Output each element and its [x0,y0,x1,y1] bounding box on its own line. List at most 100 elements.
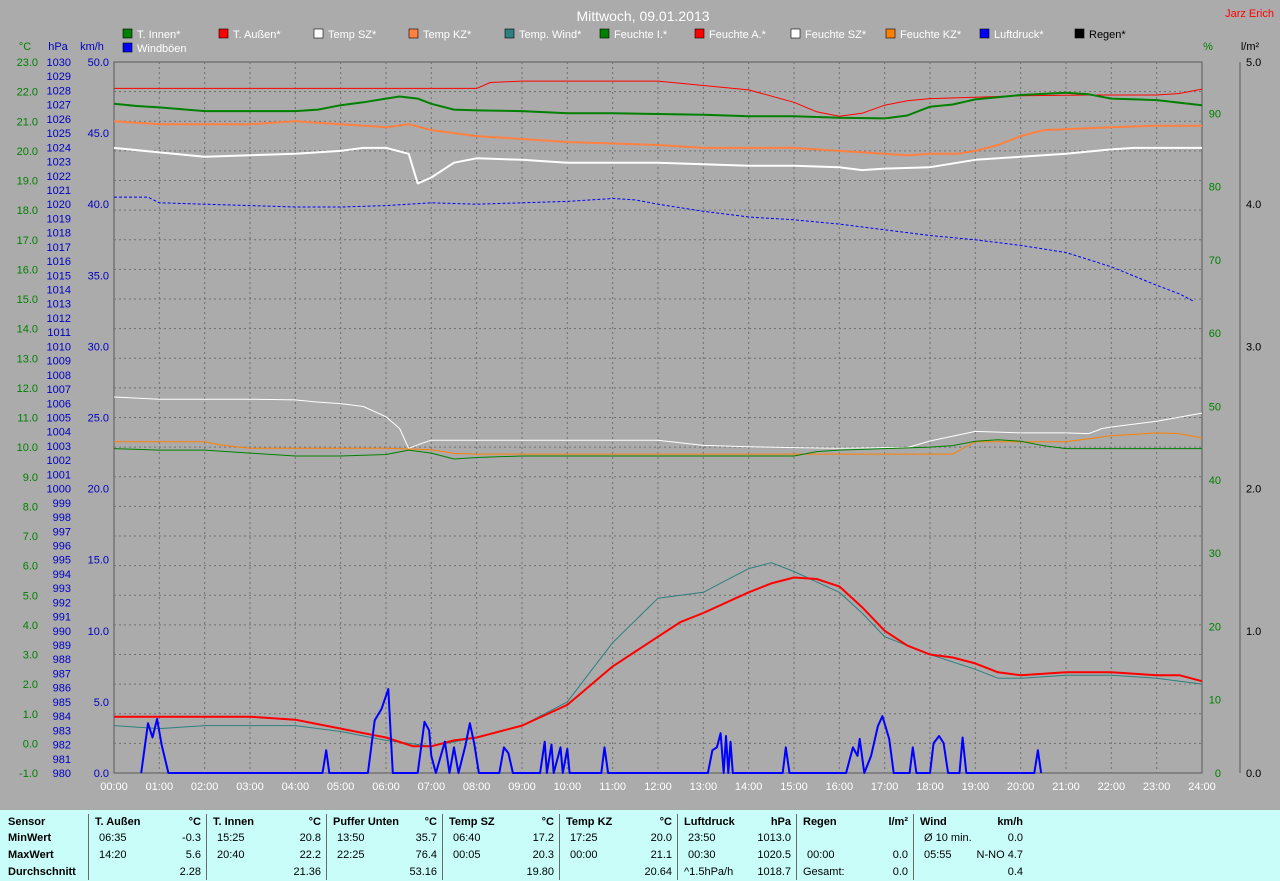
temp-axis-tick: 2.0 [23,679,38,691]
stats-column-t-au-en: T. Außen °C 06:35 -0.3 14:20 5.6 2.28 [88,814,207,880]
pressure-axis-tick: 1009 [47,356,71,368]
temp-axis-tick: 9.0 [23,472,38,484]
x-tick-label: 13:00 [690,781,718,793]
pressure-axis-tick: 1015 [47,270,71,282]
x-tick-label: 05:00 [327,781,355,793]
x-tick-label: 12:00 [644,781,672,793]
wind-axis-tick: 10.0 [88,626,109,638]
stats-min-value: 1013.0 [757,832,791,844]
wind-axis-tick: 35.0 [88,270,109,282]
temp-axis-tick: -1.0 [19,768,38,780]
stats-header-name: Puffer Unten [333,816,399,828]
pressure-axis-tick: 1012 [47,313,71,325]
stats-max-time: 00:30 [688,849,716,861]
temp-axis-tick: 19.0 [17,176,38,188]
temp-axis-tick: 3.0 [23,650,38,662]
x-tick-label: 07:00 [418,781,446,793]
pressure-axis-tick: 1014 [47,285,71,297]
pressure-axis-tick: 983 [53,725,71,737]
pressure-axis-tick: 1008 [47,370,71,382]
pressure-axis-tick: 980 [53,768,71,780]
stats-header-name: T. Innen [213,816,254,828]
chart-canvas: 00:00 01:00 02:00 03:00 04:00 05:00 06:00 07:00… [17,8,1274,793]
series-luftdruck [114,196,1194,302]
stats-min-time: Ø 10 min. [924,832,972,844]
stats-max-value: 20.3 [532,849,554,861]
pressure-axis-tick: 1024 [47,142,71,154]
pressure-axis-tick: 1020 [47,199,71,211]
x-tick-label: 11:00 [599,781,626,793]
temp-axis-tick: 14.0 [17,324,38,336]
temp-axis-tick: 20.0 [17,146,38,158]
legend-swatch [122,28,133,39]
stats-header-name: Wind [920,816,947,828]
x-tick-label: 10:00 [554,781,582,793]
temp-axis-tick: 5.0 [23,590,38,602]
stats-avg-label: ^1.5hPa/h [684,866,734,878]
legend-swatch [218,28,229,39]
humidity-axis-tick: 20 [1209,621,1221,633]
pressure-axis-tick: 1025 [47,128,71,140]
humidity-axis-tick: 90 [1209,108,1221,120]
stats-min-value: 0.0 [1007,832,1023,844]
pressure-axis-tick: 1000 [47,484,71,496]
wind-axis-tick: 25.0 [88,413,109,425]
stats-max-value: 76.4 [415,849,437,861]
temp-axis-tick: 17.0 [17,235,38,247]
humidity-axis-tick: 80 [1209,182,1221,194]
stats-min-time: 23:50 [688,832,716,844]
legend-swatch [504,28,515,39]
legend-swatch [122,42,133,53]
stats-min-value: 20.8 [299,832,321,844]
x-tick-label: 09:00 [508,781,536,793]
pressure-axis-tick: 988 [53,654,71,666]
temp-axis-tick: 10.0 [17,442,38,454]
stats-max-time: 20:40 [217,849,245,861]
wind-axis-tick: 50.0 [88,57,109,69]
stats-row-labels: Sensor MinWert MaxWert Durchschnitt [0,814,88,880]
legend-swatch [694,28,705,39]
temp-axis-tick: 15.0 [17,294,38,306]
stats-min-value: -0.3 [182,832,201,844]
stats-avg-value: 21.36 [293,866,321,878]
humidity-axis-tick: 10 [1209,695,1221,707]
stats-label-sensor: Sensor [8,816,46,828]
legend-label: Temp SZ* [328,29,377,41]
pressure-axis-tick: 1029 [47,71,71,83]
pressure-axis-unit: hPa [48,41,68,53]
temp-axis-tick: 7.0 [23,531,38,543]
temp-axis-tick: 22.0 [17,87,38,99]
stats-header-unit: °C [424,816,437,828]
x-tick-label: 23:00 [1143,781,1171,793]
x-tick-label: 24:00 [1188,781,1216,793]
stats-label-max: MaxWert [8,849,54,861]
rain-axis-tick: 5.0 [1246,57,1261,69]
stats-label-min: MinWert [8,832,52,844]
rain-axis-tick: 1.0 [1246,626,1261,638]
author-label: Jarz Erich [1225,8,1274,20]
x-tick-label: 03:00 [236,781,264,793]
temp-axis-tick: 18.0 [17,205,38,217]
stats-header-unit: °C [308,816,321,828]
pressure-axis-tick: 1023 [47,157,71,169]
pressure-axis-tick: 1002 [47,455,71,467]
pressure-axis-tick: 995 [53,555,71,567]
pressure-axis-tick: 1007 [47,384,71,396]
pressure-axis-tick: 1030 [47,57,71,69]
stats-avg-value: 1018.7 [757,866,791,878]
pressure-axis-tick: 982 [53,740,71,752]
stats-max-time: 00:05 [453,849,481,861]
pressure-axis-tick: 987 [53,668,71,680]
stats-min-value: 20.0 [650,832,672,844]
stats-column-t-innen: T. Innen °C 15:25 20.8 20:40 22.2 21.36 [206,814,327,880]
wind-axis-tick: 15.0 [88,555,109,567]
legend-label: Feuchte KZ* [900,29,962,41]
pressure-axis-tick: 1026 [47,114,71,126]
stats-header-unit: °C [188,816,201,828]
x-tick-label: 21:00 [1052,781,1080,793]
pressure-axis-tick: 1001 [47,469,71,481]
pressure-axis-tick: 992 [53,597,71,609]
legend-label: T. Außen* [233,29,281,41]
pressure-axis-tick: 997 [53,526,71,538]
statistics-panel: Sensor MinWert MaxWert Durchschnitt T. A… [0,810,1280,881]
